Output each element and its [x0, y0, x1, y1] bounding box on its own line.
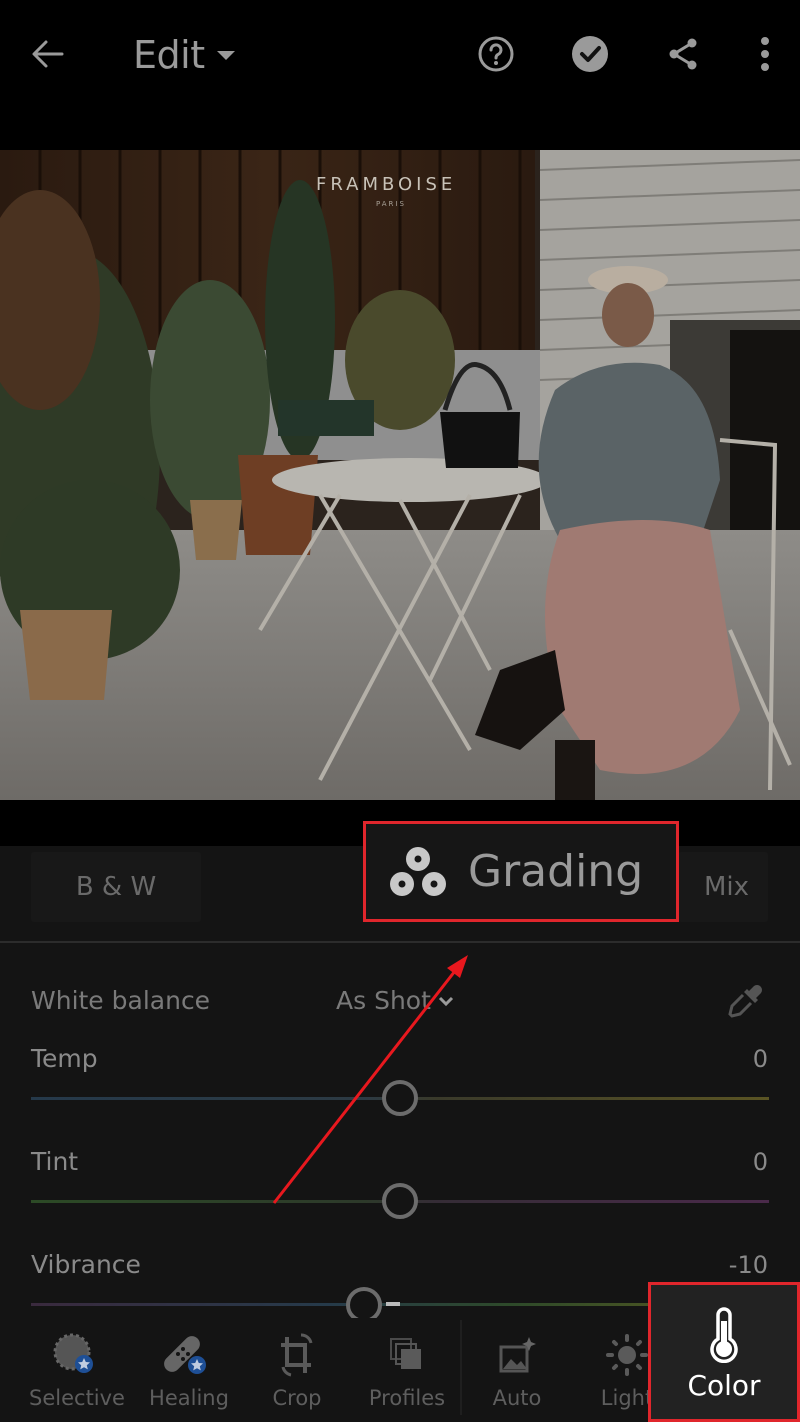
white-balance-value: As Shot: [336, 986, 431, 1015]
light-sun-icon: [606, 1334, 648, 1376]
color-grading-icon: [390, 846, 446, 896]
nav-selective-label: Selective: [29, 1386, 125, 1410]
nav-selective[interactable]: Selective: [22, 1318, 132, 1422]
nav-healing-label: Healing: [149, 1386, 229, 1410]
tab-mix-label: Mix: [704, 872, 750, 902]
done-button[interactable]: [566, 30, 614, 78]
tab-mix[interactable]: Mix: [678, 852, 768, 922]
back-arrow-icon: [32, 40, 64, 68]
tint-value: 0: [752, 1148, 768, 1176]
tab-bw-label: B & W: [75, 872, 157, 902]
vibrance-value: -10: [728, 1251, 768, 1279]
help-icon: [478, 36, 514, 72]
auto-icon: [499, 1337, 536, 1373]
vibrance-label: Vibrance: [31, 1250, 141, 1279]
panel-divider: [0, 941, 800, 943]
temp-value: 0: [752, 1045, 768, 1073]
crop-icon: [281, 1333, 313, 1377]
nav-color-active[interactable]: Color: [648, 1282, 800, 1422]
nav-auto-label: Auto: [492, 1386, 542, 1410]
white-balance-label: White balance: [31, 986, 211, 1015]
back-button[interactable]: [24, 30, 72, 78]
nav-crop-label: Crop: [272, 1386, 322, 1410]
caret-down-icon: [216, 50, 235, 60]
tab-bw[interactable]: B & W: [31, 852, 201, 922]
tab-grading-highlighted[interactable]: Grading: [363, 821, 679, 922]
sign-subtext: PARIS: [376, 200, 406, 208]
photo-image: FRAMBOISE PARIS: [0, 150, 800, 800]
help-button[interactable]: [472, 30, 520, 78]
thermometer-icon: [710, 1307, 738, 1363]
nav-color-label: Color: [687, 1369, 761, 1402]
page-title: Edit: [133, 33, 205, 77]
share-button[interactable]: [659, 30, 707, 78]
temp-slider-knob[interactable]: [382, 1080, 418, 1116]
eyedropper-icon: [728, 985, 762, 1018]
more-vertical-icon: [761, 37, 769, 71]
edit-mode-dropdown[interactable]: Edit: [133, 30, 235, 80]
done-check-icon: [572, 36, 608, 72]
profiles-icon: [390, 1338, 421, 1369]
white-balance-dropdown[interactable]: As Shot: [336, 986, 455, 1015]
nav-light-label: Light: [600, 1386, 654, 1410]
share-icon: [669, 38, 697, 70]
tint-slider-knob[interactable]: [382, 1183, 418, 1219]
chevron-down-icon: [438, 996, 453, 1006]
temp-label: Temp: [31, 1044, 98, 1073]
photo-preview[interactable]: FRAMBOISE PARIS: [0, 150, 800, 800]
nav-crop[interactable]: Crop: [242, 1318, 352, 1422]
eyedropper-button[interactable]: [726, 982, 766, 1026]
healing-bandage-icon: [164, 1336, 206, 1374]
tab-grading-label: Grading: [468, 846, 644, 897]
tint-label: Tint: [31, 1147, 79, 1176]
sign-text: FRAMBOISE: [316, 174, 456, 195]
more-options-button[interactable]: [741, 30, 789, 78]
top-bar: Edit: [0, 0, 800, 150]
nav-profiles[interactable]: Profiles: [352, 1318, 462, 1422]
nav-profiles-label: Profiles: [368, 1386, 446, 1410]
nav-healing[interactable]: Healing: [134, 1318, 244, 1422]
nav-separator: [460, 1320, 462, 1415]
selective-icon: [53, 1333, 93, 1373]
nav-auto[interactable]: Auto: [462, 1318, 572, 1422]
vibrance-center-marker: [386, 1302, 400, 1306]
